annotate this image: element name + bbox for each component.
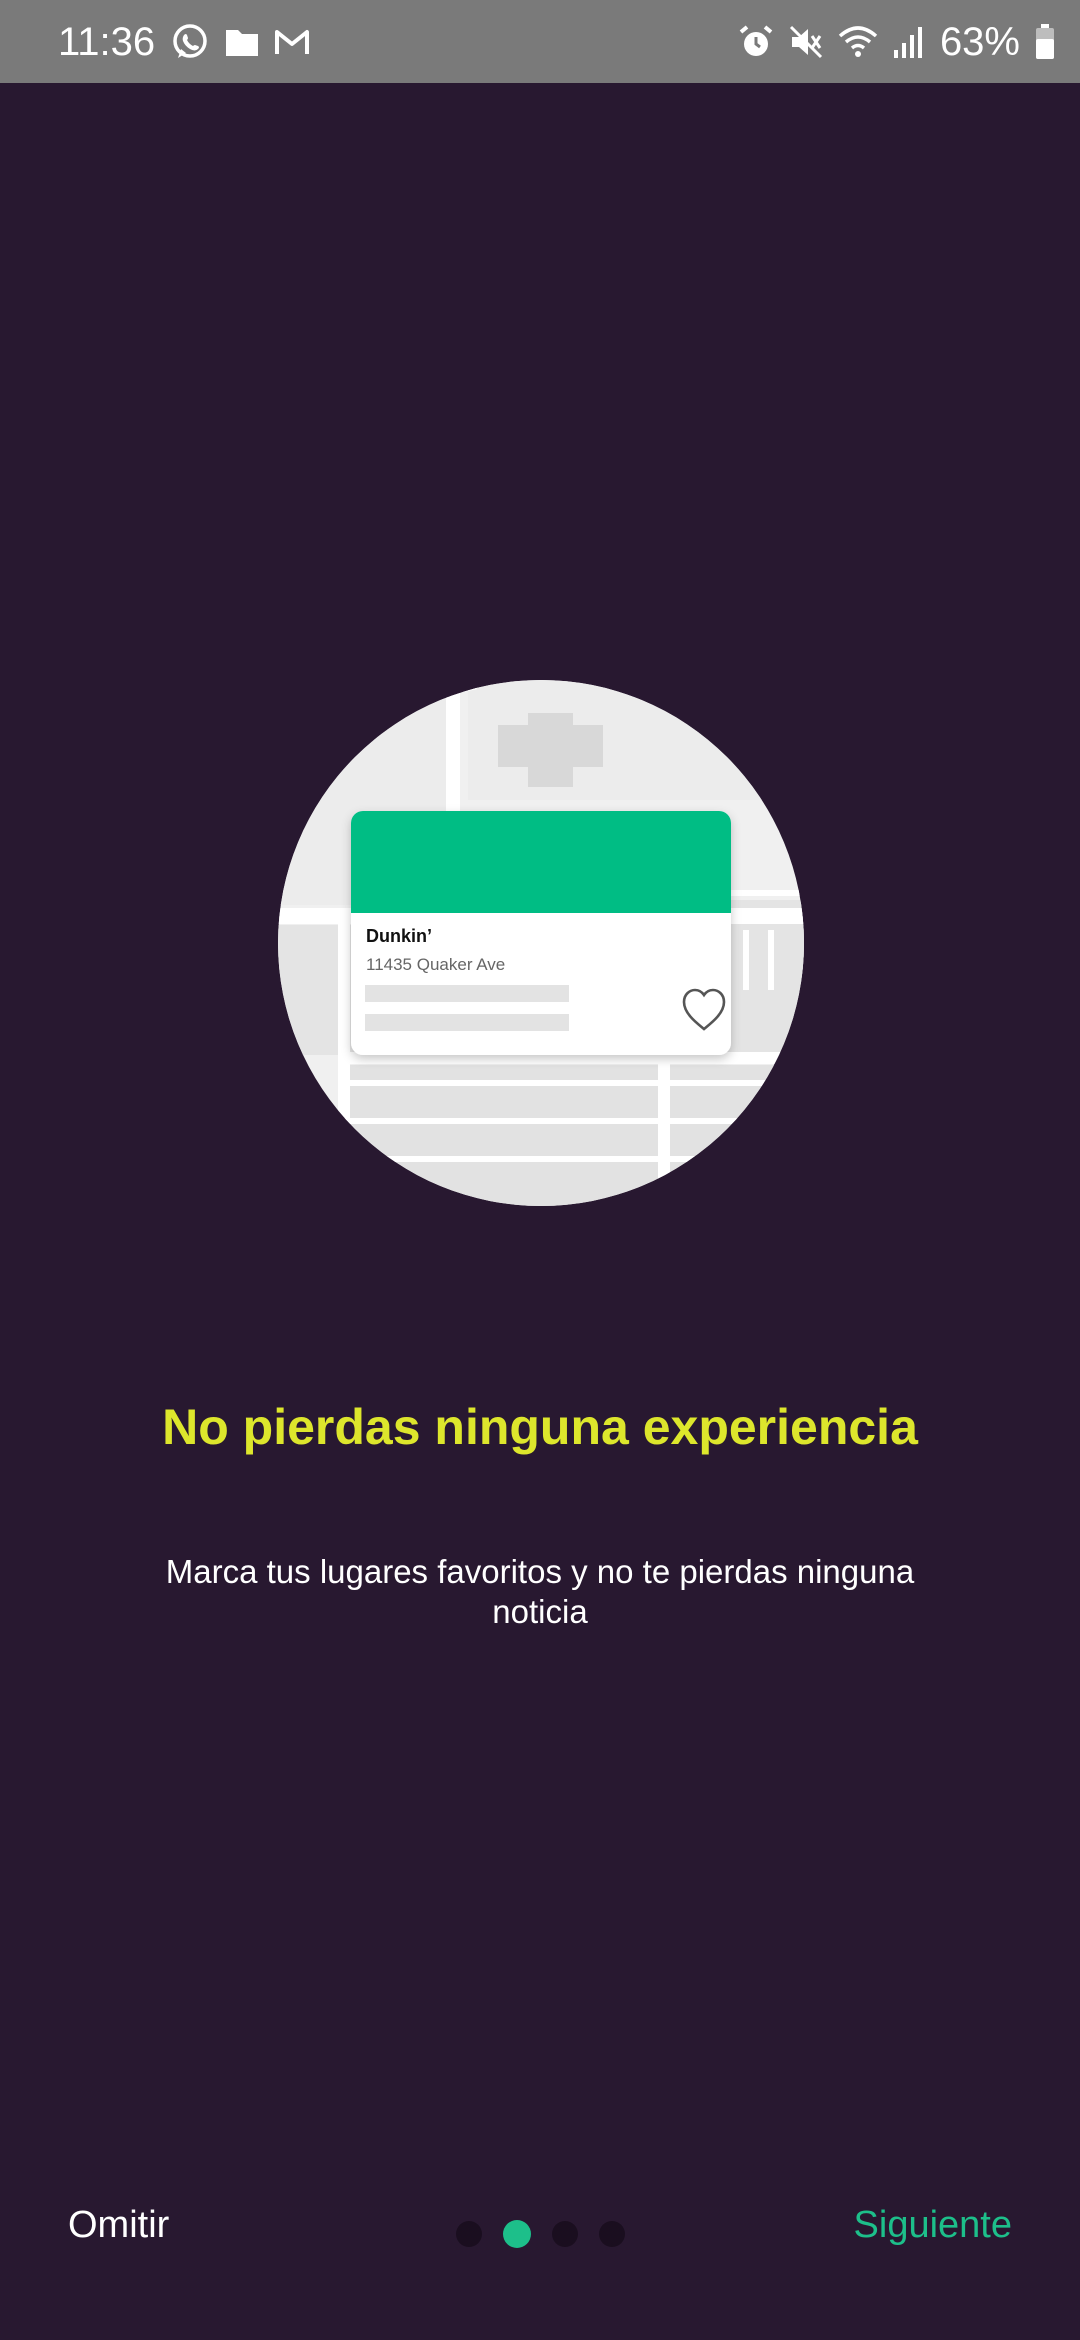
page-dot [456,2221,482,2247]
alarm-icon [738,24,774,60]
next-button[interactable]: Siguiente [854,2200,1012,2250]
whatsapp-icon [170,22,210,62]
battery-icon [1034,23,1056,61]
folder-icon [224,26,260,58]
page-dot-active [503,2220,531,2248]
page-indicator [456,2220,625,2248]
onboarding-title: No pierdas ninguna experiencia [162,1399,918,1455]
map-card-illustration: Dunkin’ 11435 Quaker Ave [278,680,804,1206]
gmail-icon [274,27,310,57]
placeholder-line [365,985,569,1002]
system-icons: 63% [738,18,1056,66]
status-bar: 11:36 63% [0,0,1080,83]
card-title: Dunkin’ [366,926,432,946]
card-header [351,811,731,913]
signal-icon [892,24,926,60]
battery-percent: 63% [939,20,1020,64]
mute-icon [788,24,824,60]
page-dot [599,2221,625,2247]
wifi-icon [838,24,878,60]
notification-icons [170,20,310,64]
onboarding-description: Marca tus lugares favoritos y no te pier… [165,1553,915,1630]
status-time: 11:36 [58,20,156,64]
placeholder-line [365,1014,569,1031]
card-address: 11435 Quaker Ave [366,955,505,974]
page-dot [552,2221,578,2247]
skip-button[interactable]: Omitir [68,2200,169,2250]
